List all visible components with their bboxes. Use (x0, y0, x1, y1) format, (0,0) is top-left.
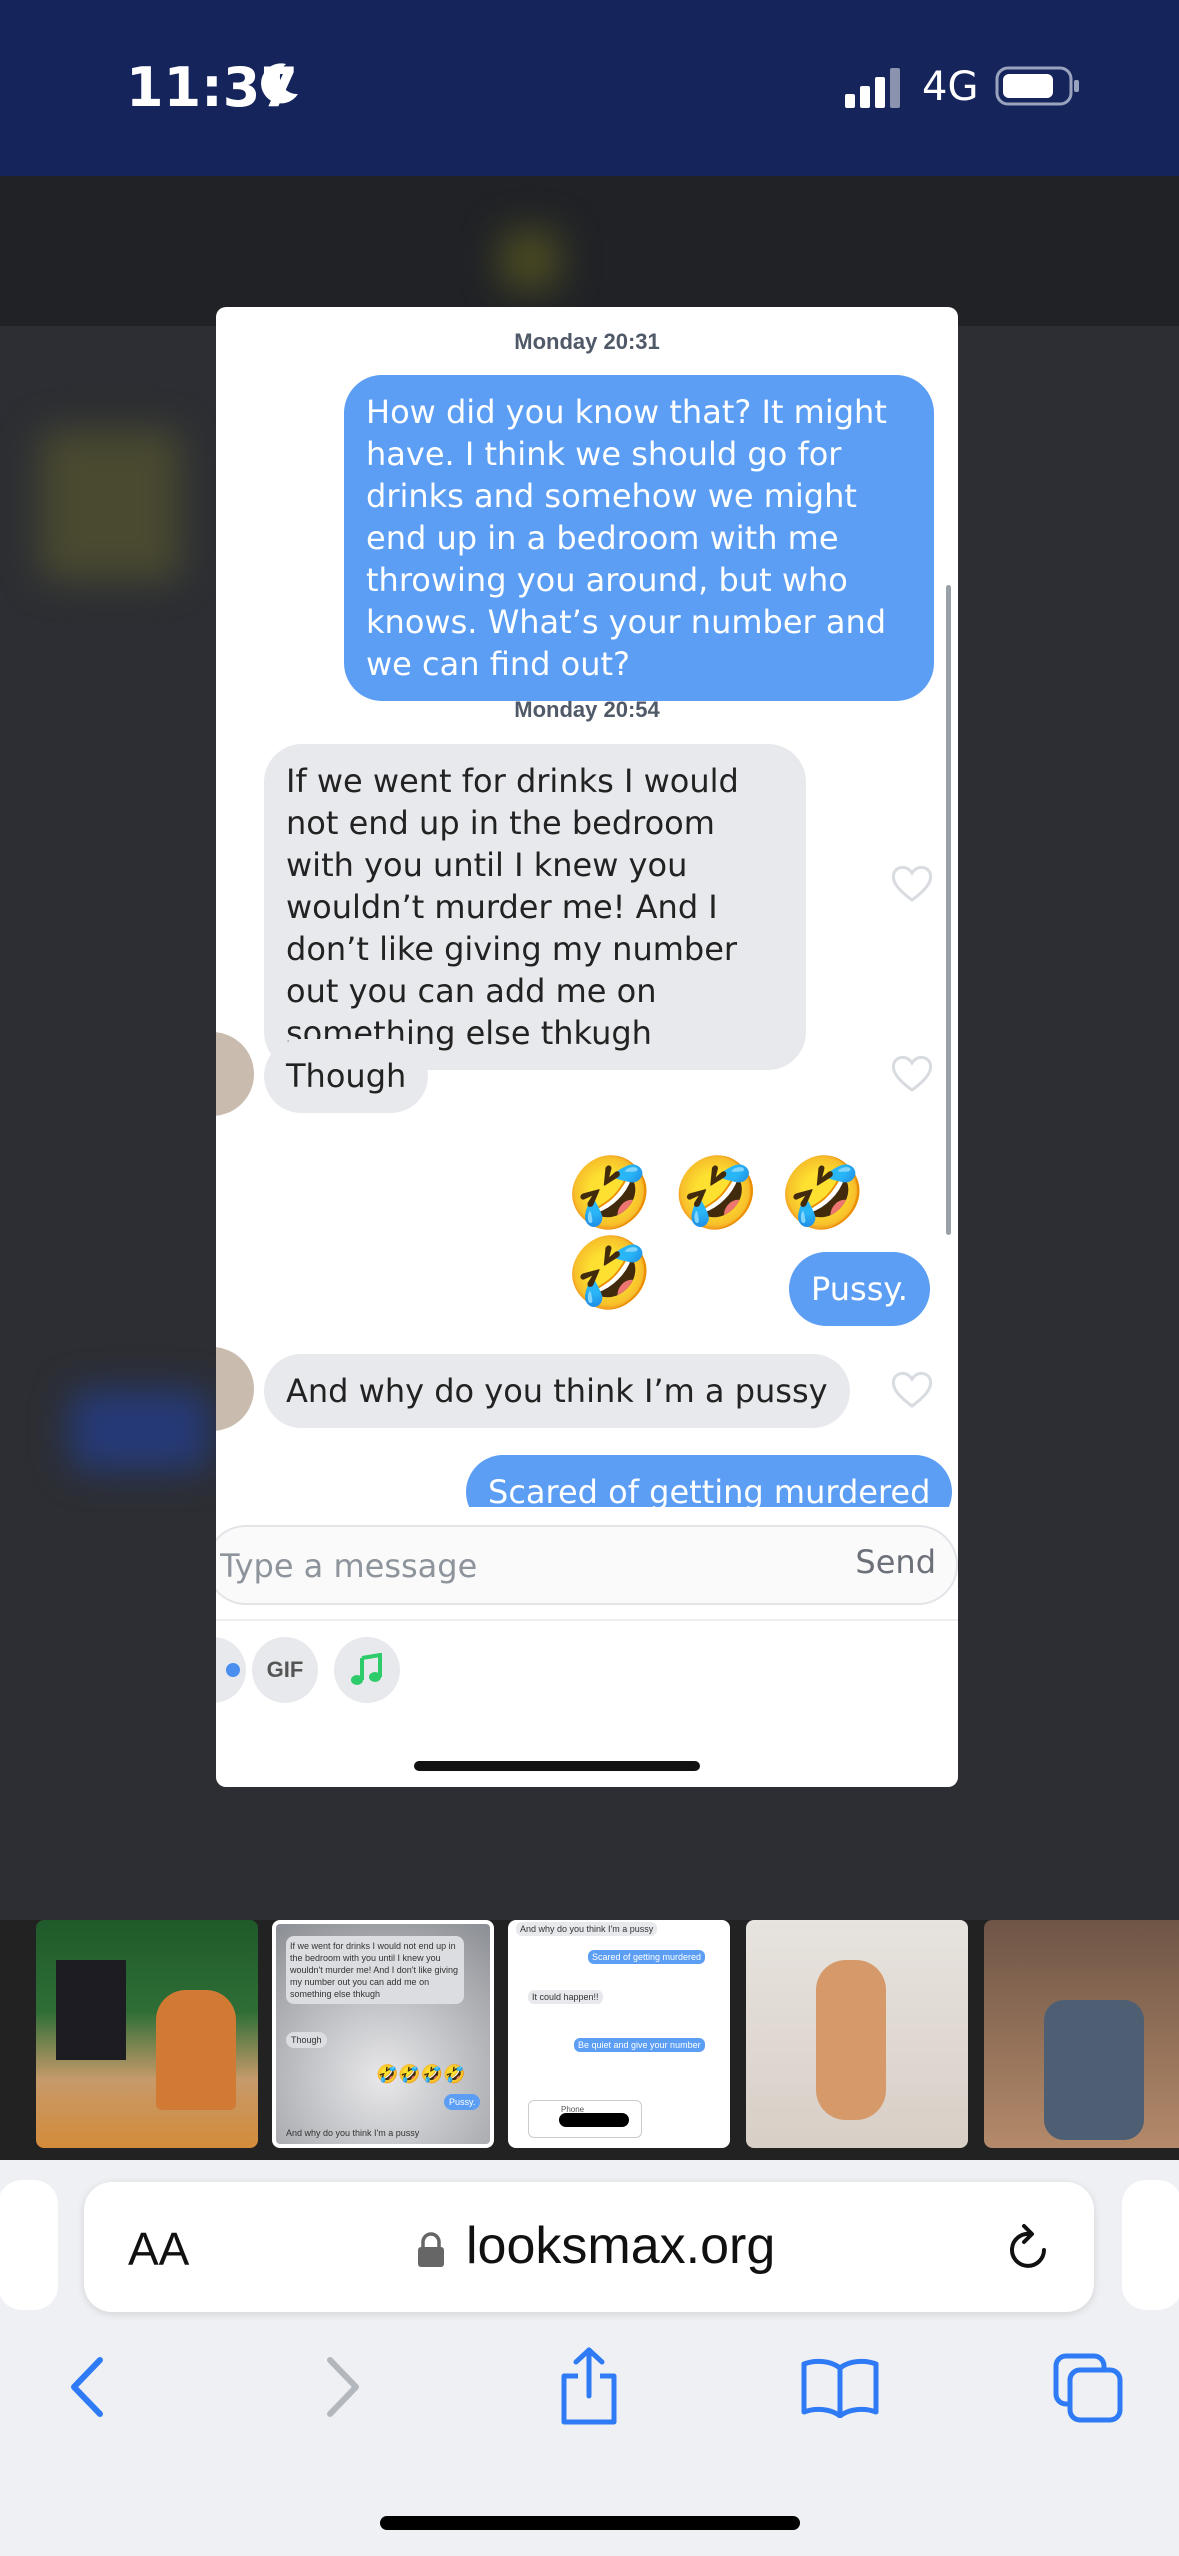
next-tab-edge[interactable] (1122, 2180, 1179, 2310)
thumbnail-message: Be quiet and give your number (574, 2038, 705, 2052)
send-button[interactable]: Send (855, 1543, 936, 1581)
incoming-message: If we went for drinks I would not end up… (264, 744, 806, 1070)
message-timestamp: Monday 20:31 (514, 329, 660, 354)
message-input[interactable] (218, 1541, 782, 1591)
music-note-icon (351, 1653, 382, 1685)
thumbnail-message: Phone (528, 2100, 642, 2138)
divider (216, 1619, 958, 1621)
modal-home-indicator (414, 1761, 700, 1771)
emoji-button[interactable] (216, 1637, 246, 1703)
avatar[interactable] (216, 1345, 256, 1433)
like-heart-icon[interactable] (890, 863, 934, 903)
thumbnail-message: Pussy. (444, 2094, 481, 2110)
status-bar: 11:37 4G (0, 0, 1179, 176)
redaction (559, 2113, 629, 2127)
outgoing-message: Pussy. (789, 1252, 930, 1326)
incoming-message: Though (264, 1039, 429, 1113)
home-indicator (380, 2516, 800, 2530)
gif-button[interactable]: GIF (252, 1637, 318, 1703)
address-bar[interactable]: AA looksmax.org (84, 2182, 1094, 2312)
bookmarks-button[interactable] (800, 2356, 880, 2418)
thumbnail-message: Scared of getting murdered (588, 1950, 706, 1964)
tab-thumbnail[interactable] (36, 1920, 258, 2148)
thumbnail-message: If we went for drinks I would not end up… (286, 1936, 464, 2004)
background-page-header (0, 176, 1179, 326)
chat-modal: Monday 20:31 How did you know that? It m… (216, 307, 958, 1787)
thumbnail-photo (1044, 2000, 1144, 2140)
signal-icon (845, 68, 900, 108)
tab-thumbnail[interactable] (984, 1920, 1179, 2148)
message-list[interactable]: Monday 20:31 How did you know that? It m… (216, 307, 958, 1507)
forward-button[interactable] (318, 2352, 368, 2422)
tab-thumbnail[interactable]: And why do you think I'm a pussy Scared … (508, 1920, 730, 2148)
network-type: 4G (922, 64, 979, 110)
thumbnail-message: And why do you think I'm a pussy (516, 1922, 658, 1936)
thumbnail-message: Though (286, 2032, 327, 2048)
message-composer: Send (216, 1525, 958, 1605)
tab-thumbnail[interactable] (746, 1920, 968, 2148)
scrollbar[interactable] (946, 585, 951, 1235)
thumbnail-photo (56, 1960, 126, 2060)
text-size-button[interactable]: AA (128, 2222, 189, 2276)
tabs-button[interactable] (1052, 2352, 1124, 2424)
share-button[interactable] (556, 2346, 622, 2426)
background-image (40, 430, 180, 580)
background-button (70, 1390, 210, 1470)
tab-thumbnail-active[interactable]: If we went for drinks I would not end up… (272, 1920, 494, 2148)
tab-thumbnail-strip[interactable]: If we went for drinks I would not end up… (0, 1920, 1179, 2160)
incoming-message: And why do you think I’m a pussy (264, 1354, 850, 1428)
outgoing-message: Scared of getting murdered (466, 1455, 953, 1507)
message-timestamp: Monday 20:54 (514, 697, 660, 722)
avatar[interactable] (216, 1030, 256, 1118)
previous-tab-edge[interactable] (0, 2180, 58, 2310)
thumbnail-message: It could happen!! (528, 1990, 603, 2004)
music-button[interactable] (334, 1637, 400, 1703)
reload-icon[interactable] (1004, 2220, 1054, 2274)
background-icon (500, 230, 560, 290)
outgoing-message: How did you know that? It might have. I … (344, 375, 934, 701)
thumbnail-emojis: 🤣🤣🤣🤣 (376, 2064, 466, 2084)
url-text[interactable]: looksmax.org (466, 2216, 775, 2276)
like-heart-icon[interactable] (890, 1053, 934, 1093)
back-button[interactable] (62, 2352, 112, 2422)
thumbnail-photo (816, 1960, 886, 2120)
moon-icon (261, 63, 298, 104)
thumbnail-photo (156, 1990, 236, 2110)
thumbnail-message: And why do you think I'm a pussy (286, 2128, 420, 2138)
battery-icon (995, 66, 1079, 106)
like-heart-icon[interactable] (890, 1369, 934, 1409)
lock-icon (418, 2232, 444, 2267)
